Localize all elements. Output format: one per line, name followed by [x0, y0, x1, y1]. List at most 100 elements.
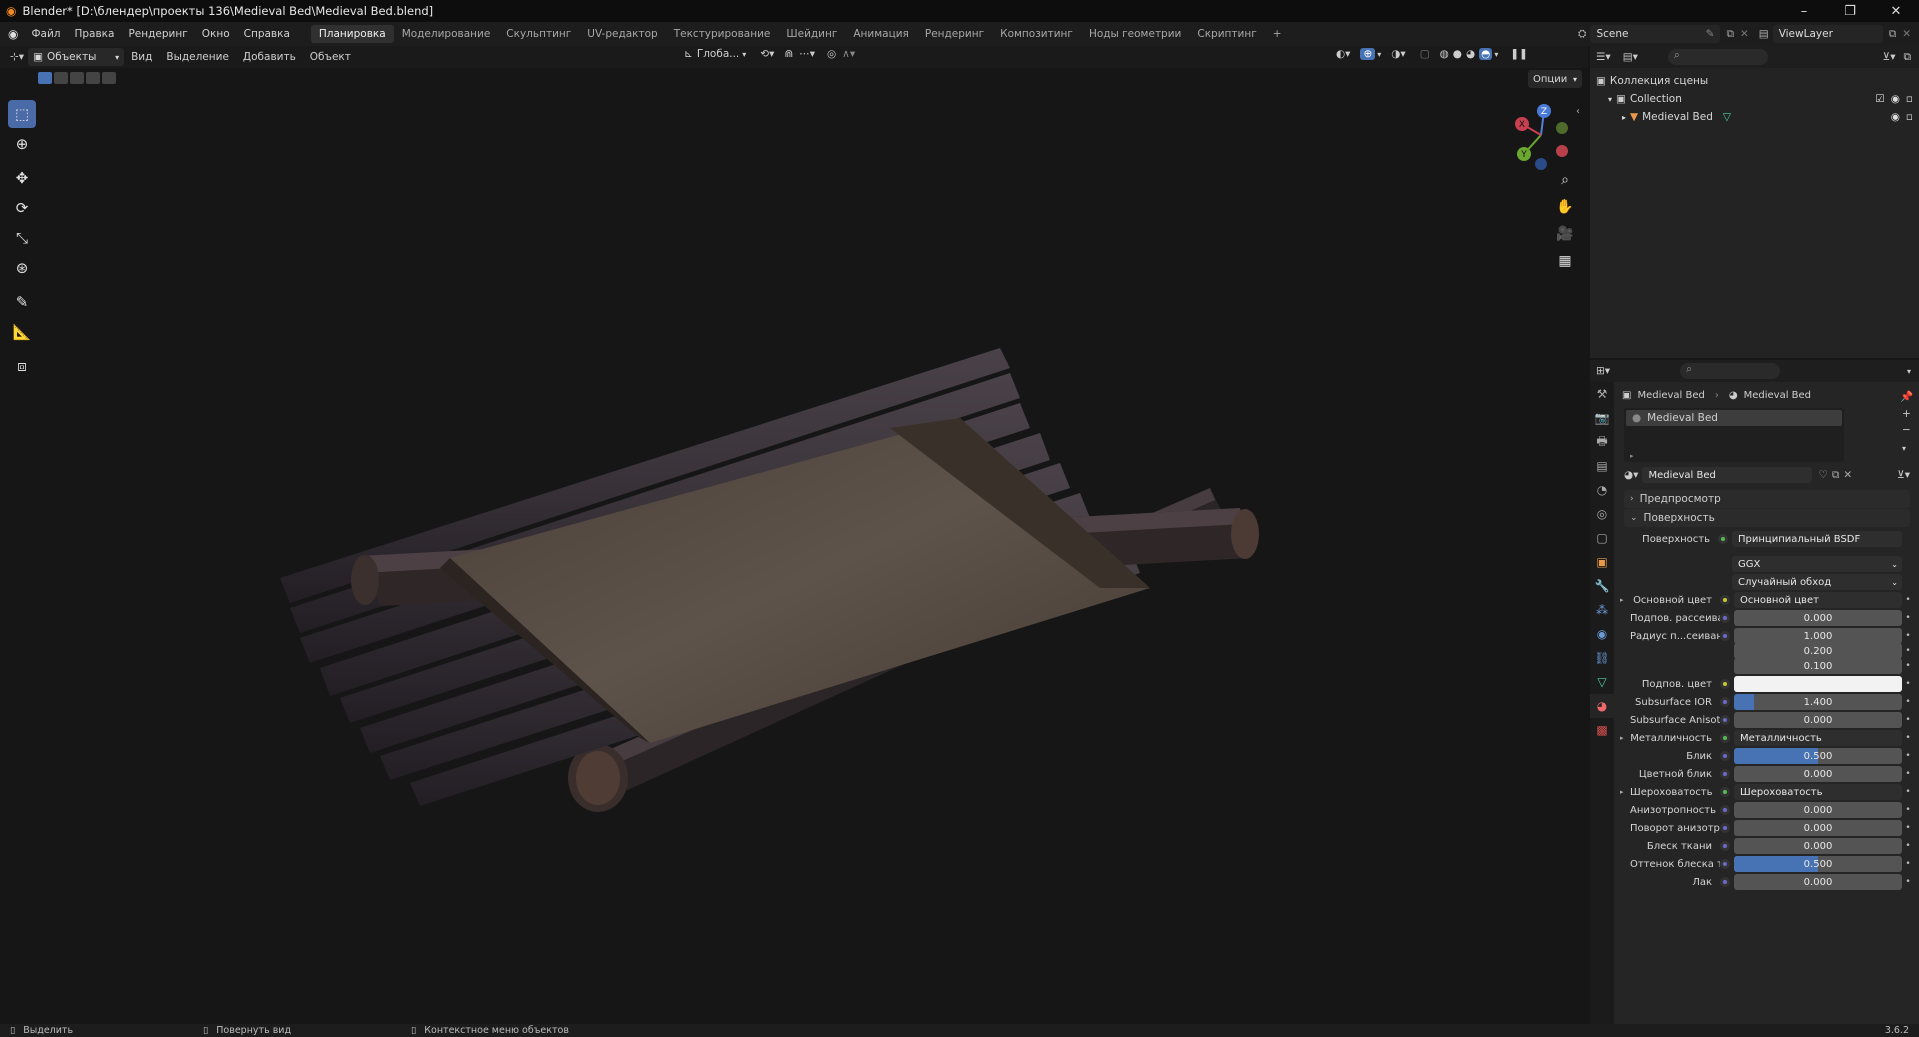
pivot-icon[interactable]: ⟲▾ [760, 48, 774, 60]
distribution-dropdown[interactable]: GGX ⌄ [1732, 556, 1902, 572]
eye-icon[interactable]: ◉ [1891, 93, 1900, 105]
keyframe-dot-icon[interactable]: • [1902, 859, 1914, 869]
outliner-scene-collection[interactable]: ▣ Коллекция сцены [1596, 72, 1919, 90]
delete-view-layer-icon[interactable]: ✕ [1902, 28, 1911, 40]
view-layer-selector[interactable]: ViewLayer [1772, 25, 1883, 43]
keyframe-dot-icon[interactable]: • [1902, 841, 1914, 851]
socket-dot-icon[interactable] [1720, 823, 1730, 833]
socket-dot-icon[interactable] [1720, 733, 1730, 743]
properties-search-input[interactable]: ⌕ [1680, 363, 1781, 379]
socket-dot-icon[interactable] [1720, 697, 1730, 707]
camera-icon[interactable]: ▫ [1906, 93, 1913, 105]
outliner-search-input[interactable]: ⌕ [1667, 49, 1768, 65]
texture-tab-icon[interactable]: ▩ [1590, 718, 1614, 742]
socket-dot-icon[interactable] [1720, 679, 1730, 689]
fake-user-icon[interactable]: ♡ [1818, 469, 1827, 481]
tab-scripting[interactable]: Скриптинг [1189, 25, 1264, 43]
subsurface-method-dropdown[interactable]: Случайный обход ⌄ [1732, 574, 1902, 590]
tab-compositing[interactable]: Композитинг [992, 25, 1081, 43]
output-tab-icon[interactable]: 🖶 [1590, 430, 1614, 454]
keyframe-dot-icon[interactable]: • [1902, 823, 1914, 833]
new-collection-icon[interactable]: ⧉ [1904, 51, 1912, 64]
value-slider[interactable]: 0.500 [1734, 856, 1902, 872]
socket-dot-icon[interactable] [1720, 841, 1730, 851]
overlay-icon[interactable]: ◑▾ [1391, 48, 1405, 60]
pin-icon[interactable]: ✎ [1706, 28, 1715, 40]
socket-dot-icon[interactable] [1718, 534, 1728, 544]
color-swatch[interactable] [1734, 676, 1902, 692]
view-layer-tab-icon[interactable]: ▤ [1590, 454, 1614, 478]
expand-arrow-icon[interactable]: ▸ [1622, 113, 1626, 122]
value-slider[interactable]: 0.000 [1734, 802, 1902, 818]
keyframe-dot-icon[interactable]: • [1902, 697, 1914, 707]
expand-arrow-icon[interactable]: ▸ [1620, 788, 1630, 796]
tab-uv-editing[interactable]: UV-редактор [579, 25, 665, 43]
socket-dot-icon[interactable] [1720, 787, 1730, 797]
duplicate-material-icon[interactable]: ⧉ [1832, 469, 1840, 482]
keyframe-dot-icon[interactable]: • [1902, 679, 1914, 689]
keyframe-dot-icon[interactable]: • [1902, 751, 1914, 761]
expand-arrow-icon[interactable]: ▾ [1608, 95, 1612, 104]
socket-dot-icon[interactable] [1720, 751, 1730, 761]
keyframe-dot-icon[interactable]: • [1902, 877, 1914, 887]
rendered-shading-icon[interactable]: ◓ [1479, 48, 1493, 60]
object-tab-icon[interactable]: ▣ [1590, 550, 1614, 574]
socket-dot-icon[interactable] [1720, 595, 1730, 605]
close-button[interactable]: ✕ [1873, 4, 1919, 19]
solid-shading-icon[interactable]: ● [1453, 48, 1462, 60]
snap-target-icon[interactable]: ⋯▾ [799, 48, 815, 60]
slot-menu-icon[interactable]: ▾ [1902, 444, 1906, 453]
editor-type-icon[interactable]: ⊞▾ [1596, 365, 1610, 377]
socket-dot-icon[interactable] [1720, 859, 1730, 869]
socket-dot-icon[interactable] [1720, 646, 1730, 656]
tab-rendering[interactable]: Рендеринг [917, 25, 992, 43]
menu-edit[interactable]: Правка [68, 28, 122, 40]
material-name-field[interactable]: Medieval Bed [1642, 467, 1813, 483]
expand-arrow-icon[interactable]: ▸ [1620, 734, 1630, 742]
mode-selector[interactable]: ▣ Объекты ▾ [28, 48, 125, 66]
menu-select[interactable]: Выделение [159, 51, 236, 63]
xray-icon[interactable]: ▢ [1420, 48, 1430, 60]
value-slider[interactable]: 0.000 [1734, 610, 1902, 626]
linked-input-field[interactable]: Шероховатость [1734, 784, 1902, 800]
view-layer-icon[interactable]: ▤ [1759, 28, 1769, 40]
menu-render[interactable]: Рендеринг [121, 28, 194, 40]
tab-animation[interactable]: Анимация [845, 25, 917, 43]
value-slider[interactable]: 0.000 [1734, 766, 1902, 782]
maximize-button[interactable]: ❐ [1827, 4, 1873, 19]
blender-menu-icon[interactable]: ◉ [8, 27, 18, 41]
menu-view[interactable]: Вид [124, 51, 159, 63]
camera-icon[interactable]: ▫ [1906, 111, 1913, 123]
value-slider[interactable]: 0.000 [1734, 712, 1902, 728]
add-slot-icon[interactable]: + [1902, 408, 1911, 420]
expand-arrow-icon[interactable]: ▸ [1630, 452, 1634, 460]
keyframe-dot-icon[interactable]: • [1902, 646, 1914, 656]
pause-render-icon[interactable]: ❚❚ [1510, 48, 1528, 60]
render-tab-icon[interactable]: 📷 [1590, 406, 1614, 430]
tab-modeling[interactable]: Моделирование [394, 25, 499, 43]
modifier-tab-icon[interactable]: 🔧 [1590, 574, 1614, 598]
display-mode-icon[interactable]: ▤▾ [1623, 51, 1638, 63]
material-slot-item[interactable]: ● Medieval Bed [1626, 410, 1842, 426]
value-slider[interactable]: 1.400 [1734, 694, 1902, 710]
linked-input-field[interactable]: Основной цвет [1734, 592, 1902, 608]
expand-arrow-icon[interactable]: ▸ [1620, 596, 1630, 604]
data-tab-icon[interactable]: ▽ [1590, 670, 1614, 694]
checkbox-icon[interactable]: ☑ [1875, 93, 1884, 105]
transform-orientation-dropdown[interactable]: Глоба... [697, 48, 739, 60]
keyframe-dot-icon[interactable]: • [1902, 769, 1914, 779]
delete-scene-icon[interactable]: ✕ [1740, 28, 1749, 40]
socket-dot-icon[interactable] [1720, 661, 1730, 671]
surface-shader-field[interactable]: Принципиальный BSDF [1732, 531, 1902, 547]
value-slider[interactable]: 0.100 [1734, 658, 1902, 674]
menu-window[interactable]: Окно [195, 28, 237, 40]
tool-tab-icon[interactable]: ⚒ [1590, 382, 1614, 406]
tab-geometry-nodes[interactable]: Ноды геометрии [1081, 25, 1189, 43]
add-workspace-button[interactable]: + [1265, 25, 1290, 43]
value-slider[interactable]: 0.500 [1734, 748, 1902, 764]
world-tab-icon[interactable]: ◎ [1590, 502, 1614, 526]
value-slider[interactable]: 0.000 [1734, 874, 1902, 890]
3d-viewport[interactable]: Опции ▾ ⬚ ⊕ ✥ ⟳ ⤡ ⊛ ✎ 📐 ⧈ Z Y X ⌕ ✋ 🎥 ▦ … [0, 68, 1588, 1024]
eye-icon[interactable]: ◉ [1891, 111, 1900, 123]
editor-type-icon[interactable]: ☰▾ [1596, 51, 1611, 63]
